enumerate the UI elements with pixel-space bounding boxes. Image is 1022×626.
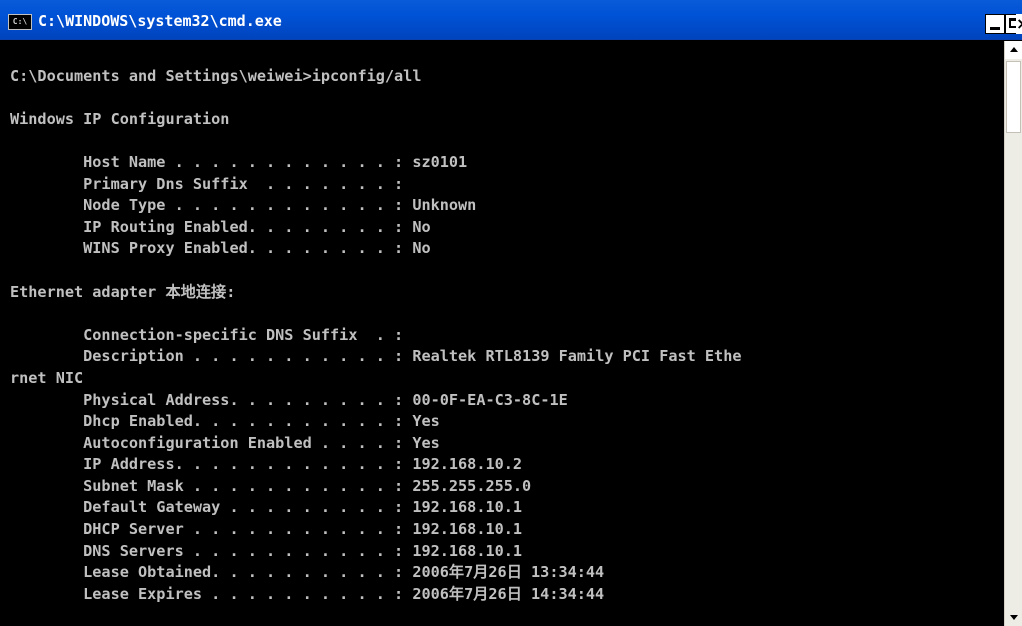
cmd-window: C:\ C:\WINDOWS\system32\cmd.exe × C:\Doc… bbox=[0, 0, 1022, 626]
title-bar[interactable]: C:\ C:\WINDOWS\system32\cmd.exe × bbox=[0, 0, 1022, 40]
scroll-down-arrow-icon[interactable] bbox=[1005, 608, 1022, 626]
console-line: Default Gateway . . . . . . . . . : 192.… bbox=[10, 498, 523, 517]
scroll-up-arrow-icon[interactable] bbox=[1005, 41, 1022, 59]
console-line: DNS Servers . . . . . . . . . . . : 192.… bbox=[10, 541, 523, 560]
console-line: Ethernet adapter 本地连接: bbox=[10, 282, 236, 301]
console-line: C:\Documents and Settings\weiwei>ipconfi… bbox=[10, 66, 422, 85]
console-line: Dhcp Enabled. . . . . . . . . . . : Yes bbox=[10, 412, 440, 431]
console-icon: C:\ bbox=[8, 14, 32, 30]
console-output[interactable]: C:\Documents and Settings\weiwei>ipconfi… bbox=[10, 44, 1002, 626]
scroll-thumb[interactable] bbox=[1006, 61, 1021, 133]
console-line: Autoconfiguration Enabled . . . . : Yes bbox=[10, 433, 440, 452]
console-line: Connection-specific DNS Suffix . : bbox=[10, 325, 404, 344]
console-line: Description . . . . . . . . . . . : Real… bbox=[10, 347, 742, 366]
console-line: IP Routing Enabled. . . . . . . . : No bbox=[10, 217, 431, 236]
minimize-button[interactable] bbox=[985, 14, 1005, 34]
window-title: C:\WINDOWS\system32\cmd.exe bbox=[38, 12, 282, 30]
console-line: Primary Dns Suffix . . . . . . . : bbox=[10, 174, 404, 193]
console-line: IP Address. . . . . . . . . . . . : 192.… bbox=[10, 455, 523, 474]
close-button[interactable]: × bbox=[1016, 14, 1022, 34]
vertical-scrollbar[interactable] bbox=[1004, 41, 1022, 626]
console-line: Lease Obtained. . . . . . . . . . : 2006… bbox=[10, 563, 605, 582]
console-line: WINS Proxy Enabled. . . . . . . . : No bbox=[10, 239, 431, 258]
console-line: rnet NIC bbox=[10, 368, 84, 387]
console-line: Subnet Mask . . . . . . . . . . . : 255.… bbox=[10, 476, 532, 495]
console-line: Physical Address. . . . . . . . . : 00-0… bbox=[10, 390, 568, 409]
console-line: Windows IP Configuration bbox=[10, 109, 230, 128]
console-line: Lease Expires . . . . . . . . . . : 2006… bbox=[10, 584, 605, 603]
console-line: Node Type . . . . . . . . . . . . : Unkn… bbox=[10, 196, 477, 215]
console-line: Host Name . . . . . . . . . . . . : sz01… bbox=[10, 152, 468, 171]
console-line: DHCP Server . . . . . . . . . . . : 192.… bbox=[10, 520, 523, 539]
